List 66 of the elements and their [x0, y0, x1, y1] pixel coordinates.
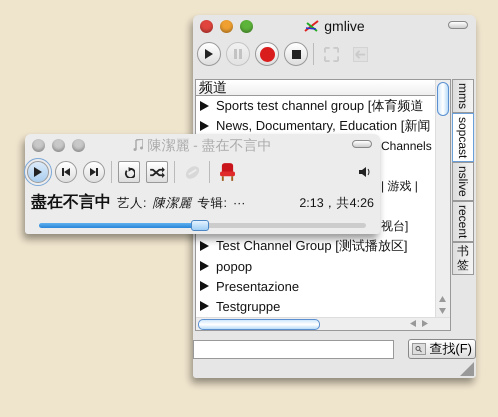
artist-name: 陳潔麗: [152, 195, 192, 212]
play-icon: [205, 49, 213, 59]
channel-group[interactable]: Testgruppe: [216, 298, 280, 314]
minimize-button[interactable]: [52, 138, 65, 152]
zoom-button[interactable]: [240, 20, 253, 32]
channel-group[interactable]: Test Channel Group [测试播放区]: [216, 237, 408, 255]
album-name: ···: [232, 196, 246, 210]
record-button[interactable]: [255, 42, 279, 66]
volume-icon[interactable]: [358, 165, 372, 179]
logo-icon: [304, 19, 320, 33]
slider-thumb[interactable]: [191, 220, 210, 231]
search-button[interactable]: 查找(F): [408, 339, 476, 359]
vertical-tab[interactable]: mms: [452, 79, 474, 113]
channel-group[interactable]: Presentazione: [216, 278, 300, 294]
album-label: 专辑:: [197, 195, 227, 212]
vertical-tab[interactable]: recent: [452, 201, 474, 242]
stop-icon: [292, 50, 300, 58]
close-button[interactable]: [200, 20, 213, 32]
chair-icon: [220, 163, 234, 181]
play-button[interactable]: [27, 161, 49, 183]
fullscreen-icon: [324, 46, 338, 62]
scroll-arrows-icon[interactable]: [439, 296, 446, 314]
toolbar-toggle-button[interactable]: [448, 21, 468, 29]
scrollbar-thumb[interactable]: [437, 82, 449, 116]
scroll-arrows-icon[interactable]: [410, 320, 428, 327]
progress-slider[interactable]: [39, 223, 366, 228]
play-icon: [34, 167, 42, 177]
window-title: gmlive: [324, 18, 365, 34]
previous-icon: [62, 168, 70, 176]
repeat-icon: [124, 166, 134, 178]
search-field[interactable]: [193, 340, 394, 358]
play-time: 2:13，共4:26: [299, 195, 374, 212]
music-note-icon: [133, 139, 144, 151]
horizontal-scrollbar[interactable]: [196, 317, 450, 330]
window-title: 陳潔麗 - 盡在不言中: [147, 137, 272, 153]
vertical-tab[interactable]: sopcast: [452, 113, 474, 162]
zoom-button[interactable]: [72, 138, 85, 152]
repeat-button[interactable]: [118, 161, 140, 183]
next-icon: [90, 168, 98, 176]
channel-group[interactable]: Channels: [381, 139, 432, 153]
search-icon: [412, 343, 426, 355]
song-title: 盡在不言中: [31, 192, 111, 213]
column-header[interactable]: 频道: [196, 80, 435, 96]
previous-button[interactable]: [55, 161, 77, 183]
channel-group[interactable]: | 游戏 |: [381, 178, 418, 194]
channel-group[interactable]: 视台]: [381, 218, 408, 234]
toolbar-toggle-button[interactable]: [352, 140, 372, 148]
stop-button[interactable]: [284, 42, 308, 66]
vertical-tab[interactable]: 书签: [452, 242, 474, 275]
record-icon: [260, 46, 274, 62]
scrollbar-thumb[interactable]: [198, 319, 320, 330]
shuffle-button[interactable]: [146, 161, 168, 183]
shuffle-icon: [150, 166, 164, 178]
channel-group[interactable]: News, Documentary, Education [新闻: [216, 117, 430, 135]
pause-icon: [234, 49, 242, 59]
minimize-button[interactable]: [220, 20, 233, 32]
play-button[interactable]: [197, 42, 221, 66]
resize-grip-icon[interactable]: [460, 362, 474, 376]
channel-group[interactable]: popop: [216, 258, 252, 274]
vertical-tab[interactable]: nslive: [452, 162, 474, 202]
vertical-scrollbar[interactable]: [435, 80, 450, 317]
next-button[interactable]: [83, 161, 105, 183]
channel-group[interactable]: Sports test channel group [体育频道: [216, 97, 424, 115]
artist-label: 艺人:: [117, 195, 146, 212]
close-button[interactable]: [32, 138, 45, 152]
arrow-left-icon: [352, 46, 368, 62]
